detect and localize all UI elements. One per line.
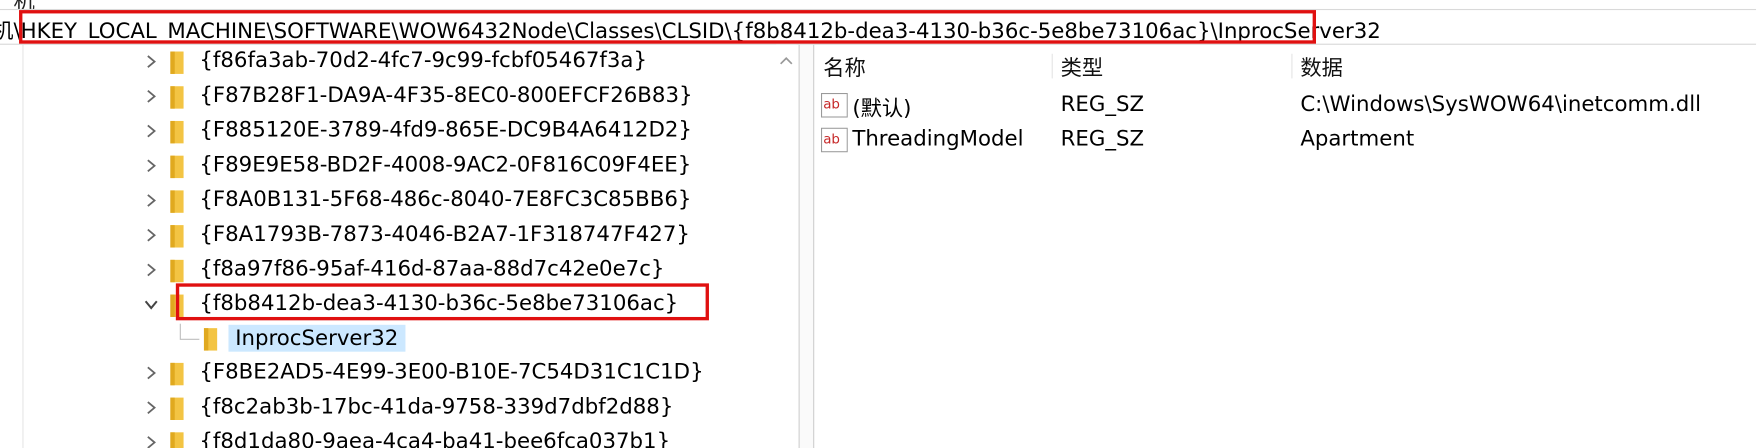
folder-icon	[170, 259, 184, 283]
tree-item[interactable]: {f8c2ab3b-17bc-41da-9758-339d7dbf2d88}	[143, 393, 776, 424]
folder-icon	[170, 362, 184, 386]
value-type: REG_SZ	[1060, 126, 1145, 152]
tree-item-label: {F8A1793B-7873-4046-B2A7-1F318747F427}	[199, 221, 690, 247]
key-tree: {f86fa3ab-70d2-4fc7-9c99-fcbf05467f3a} {…	[0, 44, 776, 448]
svg-text:ab: ab	[823, 132, 840, 147]
tree-item[interactable]: {F885120E-3789-4fd9-865E-DC9B4A6412D2}	[143, 116, 776, 147]
chevron-right-icon[interactable]	[143, 400, 159, 416]
top-cut-strip: 机	[0, 0, 1756, 9]
folder-icon	[203, 328, 218, 351]
column-header-data[interactable]: 数据	[1300, 52, 1343, 82]
tree-item-selected[interactable]: InprocServer32	[143, 323, 776, 355]
tree-item-label: {F885120E-3789-4fd9-865E-DC9B4A6412D2}	[199, 117, 692, 143]
tree-item[interactable]: {F8A0B131-5F68-486c-8040-7E8FC3C85BB6}	[143, 186, 776, 217]
value-name: (默认)	[852, 96, 912, 121]
chevron-right-icon[interactable]	[143, 227, 159, 243]
tree-item[interactable]: {f8a97f86-95af-416d-87aa-88d7c42e0e7c}	[143, 255, 776, 286]
chevron-right-icon[interactable]	[143, 262, 159, 278]
tree-item[interactable]: {F8A1793B-7873-4046-B2A7-1F318747F427}	[143, 221, 776, 252]
value-row[interactable]: ab ThreadingModel REG_SZ Apartment	[814, 124, 1756, 158]
string-value-icon: ab	[820, 92, 848, 118]
column-header-name[interactable]: 名称	[823, 52, 866, 82]
tree-item[interactable]: {F89E9E58-BD2F-4008-9AC2-0F816C09F4EE}	[143, 151, 776, 182]
folder-icon	[170, 190, 184, 213]
values-pane: 名称 类型 数据 ab (默认) REG_SZ C:\Windows\SysWO…	[814, 45, 1756, 448]
address-prefix: 机\	[0, 19, 21, 44]
folder-icon	[170, 397, 184, 420]
value-name: ThreadingModel	[852, 126, 1024, 152]
tree-item-label: {f8a97f86-95af-416d-87aa-88d7c42e0e7c}	[199, 256, 665, 282]
registry-editor-window: 机 机\HKEY_LOCAL_MACHINE\SOFTWARE\WOW6432N…	[0, 0, 1757, 448]
tree-item-label: {f86fa3ab-70d2-4fc7-9c99-fcbf05467f3a}	[199, 48, 648, 73]
folder-icon	[170, 51, 184, 74]
folder-icon	[170, 225, 184, 248]
tree-item-label: InprocServer32	[228, 324, 406, 352]
folder-icon	[170, 432, 184, 448]
column-separator[interactable]	[1291, 53, 1293, 79]
chevron-right-icon[interactable]	[143, 158, 159, 174]
value-data: Apartment	[1300, 126, 1415, 152]
tree-item-label: {F87B28F1-DA9A-4F35-8EC0-800EFCF26B83}	[199, 82, 693, 108]
chevron-right-icon[interactable]	[143, 123, 159, 139]
value-data: C:\Windows\SysWOW64\inetcomm.dll	[1300, 91, 1702, 117]
chevron-down-icon[interactable]	[143, 297, 159, 313]
column-header-type[interactable]: 类型	[1061, 52, 1104, 82]
address-highlight-box	[19, 10, 1316, 44]
column-separator[interactable]	[1051, 53, 1053, 79]
chevron-right-icon[interactable]	[143, 365, 159, 381]
tree-item[interactable]: {f86fa3ab-70d2-4fc7-9c99-fcbf05467f3a}	[143, 47, 776, 78]
string-value-icon: ab	[820, 127, 848, 153]
tree-guide-line	[22, 44, 24, 448]
chevron-right-icon[interactable]	[143, 193, 159, 209]
tree-item-label: {f8c2ab3b-17bc-41da-9758-339d7dbf2d88}	[199, 394, 674, 419]
address-bar[interactable]: 机\HKEY_LOCAL_MACHINE\SOFTWARE\WOW6432Nod…	[0, 8, 1757, 45]
tree-item-label: {F8A0B131-5F68-486c-8040-7E8FC3C85BB6}	[199, 187, 692, 212]
pane-splitter[interactable]	[798, 44, 815, 448]
folder-icon	[170, 155, 184, 179]
value-type: REG_SZ	[1060, 91, 1145, 117]
tree-scrollbar[interactable]	[776, 44, 797, 448]
tree-item-label: {f8d1da80-9aea-4ca4-ba41-bee6fca037b1}	[199, 428, 671, 448]
tree-item-label: {F89E9E58-BD2F-4008-9AC2-0F816C09F4EE}	[199, 152, 692, 177]
chevron-right-icon[interactable]	[143, 435, 159, 448]
chevron-right-icon[interactable]	[143, 88, 159, 104]
top-cut-text: 机	[13, 0, 34, 9]
tree-highlight-box	[175, 283, 709, 321]
chevron-right-icon[interactable]	[143, 54, 159, 70]
folder-icon	[170, 86, 184, 109]
tree-item[interactable]: {F87B28F1-DA9A-4F35-8EC0-800EFCF26B83}	[143, 82, 776, 113]
folder-icon	[170, 120, 184, 144]
tree-connector	[179, 323, 200, 340]
tree-item-label: {F8BE2AD5-4E99-3E00-B10E-7C54D31C1C1D}	[199, 359, 704, 385]
svg-text:ab: ab	[823, 98, 840, 113]
tree-item[interactable]: {F8BE2AD5-4E99-3E00-B10E-7C54D31C1C1D}	[143, 358, 776, 389]
value-row[interactable]: ab (默认) REG_SZ C:\Windows\SysWOW64\inetc…	[814, 90, 1756, 124]
tree-item[interactable]: {f8d1da80-9aea-4ca4-ba41-bee6fca037b1}	[143, 428, 776, 448]
scroll-up-icon[interactable]	[780, 56, 793, 65]
